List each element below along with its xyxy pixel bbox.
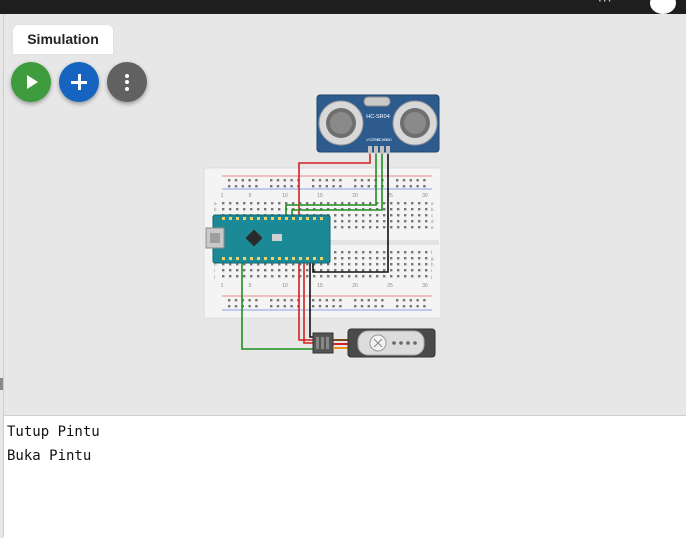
breadboard-column-number: 30 (422, 193, 428, 199)
circuit-diagram[interactable]: 115510101515202025253030 aabbccddeeffggh… (0, 0, 686, 415)
breadboard-column-number: 1 (221, 283, 224, 289)
arduino-pin (306, 217, 309, 220)
arduino-pin (250, 217, 253, 220)
breadboard-column-number: 15 (317, 283, 323, 289)
arduino-pin (229, 217, 232, 220)
arduino-pin (313, 257, 316, 260)
breadboard-column-number: 15 (317, 193, 323, 199)
arduino-pin (299, 257, 302, 260)
sensor-pin-gnd: GND (384, 138, 392, 142)
console-line: Buka Pintu (7, 448, 92, 464)
ultrasonic-sensor[interactable]: HC-SR04 VCC TRIG ECHO GND (316, 94, 440, 154)
breadboard-column-number: 20 (352, 283, 358, 289)
breadboard-row-letter: j (430, 274, 432, 279)
arduino-pin (271, 217, 274, 220)
arduino-pin (320, 257, 323, 260)
arduino-pin (229, 257, 232, 260)
arduino-pin (285, 257, 288, 260)
arduino-pin (278, 217, 281, 220)
breadboard-row-letter: i (431, 268, 432, 273)
arduino-pin (292, 257, 295, 260)
sensor-label: HC-SR04 (366, 114, 390, 120)
breadboard-column-number: 10 (282, 193, 288, 199)
arduino-pin (222, 217, 225, 220)
arduino-pin (257, 217, 260, 220)
breadboard-column-number: 25 (387, 283, 393, 289)
breadboard-column-number: 10 (282, 283, 288, 289)
arduino-pin (278, 257, 281, 260)
breadboard-column-number: 1 (221, 193, 224, 199)
arduino-pin (222, 257, 225, 260)
arduino-pin (257, 257, 260, 260)
servo-motor[interactable] (312, 328, 436, 358)
arduino-pin (243, 217, 246, 220)
arduino-pin (236, 257, 239, 260)
arduino-pin (264, 217, 267, 220)
arduino-pin (292, 217, 295, 220)
breadboard-row-letter: i (214, 268, 215, 273)
arduino-pin (271, 257, 274, 260)
breadboard-column-number: 5 (249, 283, 252, 289)
breadboard-row-letter: j (213, 274, 215, 279)
arduino-nano[interactable] (205, 214, 331, 264)
breadboard-column-number: 30 (422, 283, 428, 289)
arduino-pin (243, 257, 246, 260)
arduino-pin (250, 257, 253, 260)
arduino-pin (306, 257, 309, 260)
arduino-pin (285, 217, 288, 220)
arduino-pin (320, 217, 323, 220)
arduino-pin (313, 217, 316, 220)
arduino-pin (264, 257, 267, 260)
arduino-pin (236, 217, 239, 220)
arduino-pin (299, 217, 302, 220)
breadboard-column-number: 5 (249, 193, 252, 199)
console-line: Tutup Pintu (7, 424, 100, 440)
breadboard-column-number: 20 (352, 193, 358, 199)
serial-monitor: Tutup Pintu Buka Pintu (4, 415, 686, 538)
